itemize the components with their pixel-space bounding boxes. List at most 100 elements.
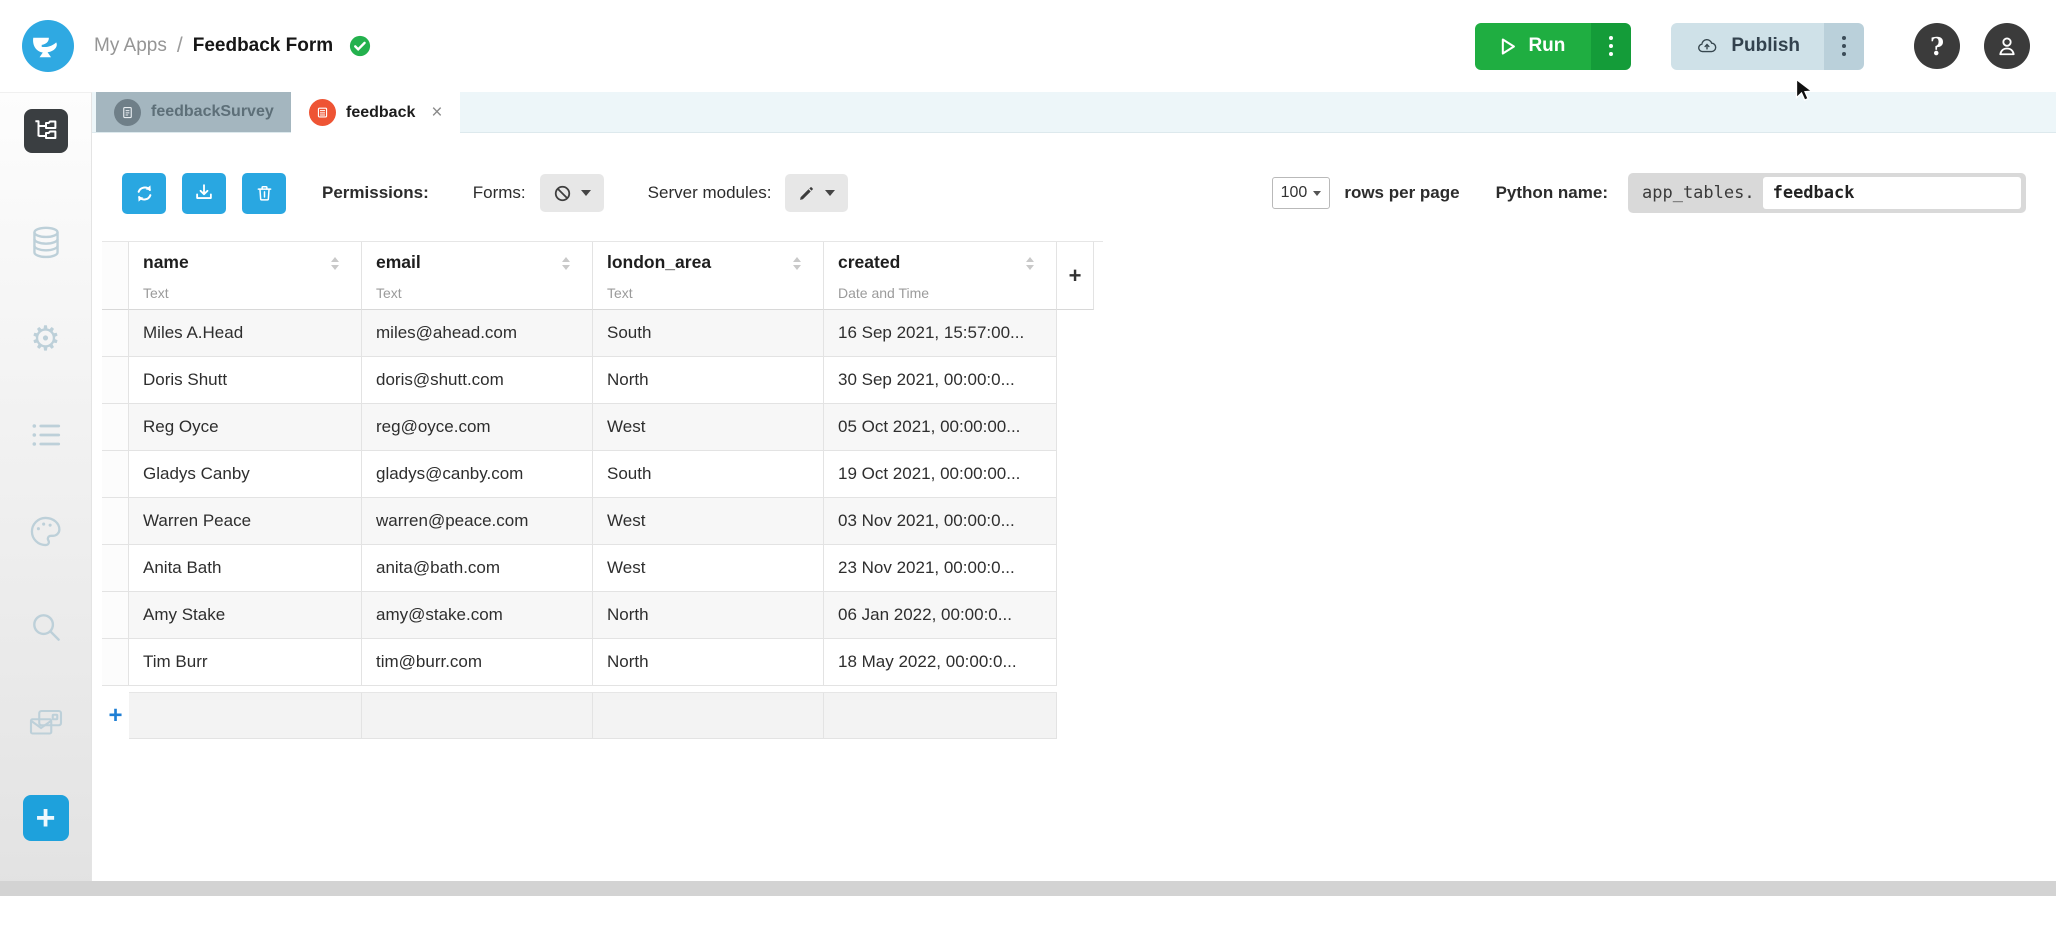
table-row[interactable]: Tim Burr tim@burr.com North 18 May 2022,… bbox=[102, 639, 1103, 686]
cell-london-area[interactable]: West bbox=[593, 404, 824, 451]
download-csv-button[interactable] bbox=[182, 172, 226, 214]
add-component-button[interactable]: + bbox=[22, 795, 69, 841]
column-header-email[interactable]: email Text bbox=[362, 242, 593, 310]
run-menu-button[interactable] bbox=[1591, 22, 1632, 70]
search-icon bbox=[32, 614, 60, 641]
tab-label: feedback bbox=[346, 103, 416, 121]
sidebar-item-search[interactable] bbox=[24, 607, 68, 647]
cell-name[interactable]: Gladys Canby bbox=[129, 451, 362, 498]
new-cell[interactable] bbox=[824, 692, 1057, 739]
cell-created[interactable]: 05 Oct 2021, 00:00:00... bbox=[824, 404, 1057, 451]
column-header-london-area[interactable]: london_area Text bbox=[593, 242, 824, 310]
cell-london-area[interactable]: North bbox=[593, 639, 824, 686]
sidebar: ⚙ + bbox=[0, 92, 92, 896]
sidebar-item-theme[interactable] bbox=[24, 511, 68, 551]
anvil-logo-icon[interactable] bbox=[22, 20, 74, 72]
data-table: name Text email Text london_area Text cr… bbox=[102, 241, 1103, 739]
table-row[interactable]: Amy Stake amy@stake.com North 06 Jan 202… bbox=[102, 592, 1103, 639]
cell-name[interactable]: Amy Stake bbox=[129, 592, 362, 639]
cell-email[interactable]: reg@oyce.com bbox=[362, 404, 593, 451]
gear-icon: ⚙ bbox=[30, 320, 61, 358]
cell-created[interactable]: 16 Sep 2021, 15:57:00... bbox=[824, 310, 1057, 357]
table-row[interactable]: Warren Peace warren@peace.com West 03 No… bbox=[102, 498, 1103, 545]
server-modules-permission-dropdown[interactable] bbox=[785, 174, 849, 212]
row-gutter[interactable] bbox=[102, 357, 129, 404]
cell-london-area[interactable]: West bbox=[593, 498, 824, 545]
refresh-button[interactable] bbox=[122, 172, 166, 214]
new-cell[interactable] bbox=[593, 692, 824, 739]
python-name-input[interactable]: feedback bbox=[1762, 177, 2021, 209]
cell-london-area[interactable]: West bbox=[593, 545, 824, 592]
cell-name[interactable]: Miles A.Head bbox=[129, 310, 362, 357]
cell-email[interactable]: warren@peace.com bbox=[362, 498, 593, 545]
tab-feedbacksurvey[interactable]: feedbackSurvey bbox=[96, 92, 291, 132]
cell-name[interactable]: Reg Oyce bbox=[129, 404, 362, 451]
header-gutter bbox=[102, 242, 129, 310]
cell-name[interactable]: Doris Shutt bbox=[129, 357, 362, 404]
cell-created[interactable]: 03 Nov 2021, 00:00:0... bbox=[824, 498, 1057, 545]
cell-created[interactable]: 30 Sep 2021, 00:00:0... bbox=[824, 357, 1057, 404]
cell-email[interactable]: amy@stake.com bbox=[362, 592, 593, 639]
sidebar-item-app-logs[interactable] bbox=[24, 415, 68, 455]
row-gutter[interactable] bbox=[102, 639, 129, 686]
cell-name[interactable]: Tim Burr bbox=[129, 639, 362, 686]
page-title: Feedback Form bbox=[192, 35, 334, 56]
table-row[interactable]: Reg Oyce reg@oyce.com West 05 Oct 2021, … bbox=[102, 404, 1103, 451]
cell-email[interactable]: anita@bath.com bbox=[362, 545, 593, 592]
rows-per-page-select[interactable]: 100 bbox=[1271, 177, 1331, 209]
play-icon bbox=[1502, 37, 1516, 55]
tab-feedback[interactable]: feedback × bbox=[291, 92, 461, 133]
download-icon bbox=[196, 184, 212, 199]
row-gutter[interactable] bbox=[102, 498, 129, 545]
cell-created[interactable]: 06 Jan 2022, 00:00:0... bbox=[824, 592, 1057, 639]
cell-london-area[interactable]: North bbox=[593, 357, 824, 404]
cell-email[interactable]: doris@shutt.com bbox=[362, 357, 593, 404]
run-button[interactable]: Run bbox=[1475, 22, 1592, 70]
sort-icon[interactable] bbox=[1026, 257, 1034, 273]
row-gutter[interactable] bbox=[102, 545, 129, 592]
new-cell[interactable] bbox=[129, 692, 362, 739]
delete-table-button[interactable] bbox=[242, 172, 286, 214]
cell-created[interactable]: 18 May 2022, 00:00:0... bbox=[824, 639, 1057, 686]
row-gutter[interactable] bbox=[102, 451, 129, 498]
new-cell[interactable] bbox=[362, 692, 593, 739]
forms-permission-dropdown[interactable] bbox=[539, 174, 604, 212]
sidebar-item-app-structure[interactable] bbox=[23, 109, 68, 153]
table-row[interactable]: Miles A.Head miles@ahead.com South 16 Se… bbox=[102, 310, 1103, 357]
row-gutter[interactable] bbox=[102, 310, 129, 357]
help-button[interactable]: ? bbox=[1914, 23, 1960, 69]
account-button[interactable] bbox=[1984, 23, 2030, 69]
cell-london-area[interactable]: North bbox=[593, 592, 824, 639]
table-row[interactable]: Anita Bath anita@bath.com West 23 Nov 20… bbox=[102, 545, 1103, 592]
sidebar-item-data-tables[interactable] bbox=[24, 223, 68, 263]
publish-button[interactable]: Publish bbox=[1671, 22, 1824, 70]
column-name: created bbox=[838, 252, 901, 272]
close-tab-icon[interactable]: × bbox=[431, 102, 442, 124]
sort-icon[interactable] bbox=[562, 257, 570, 273]
cell-email[interactable]: gladys@canby.com bbox=[362, 451, 593, 498]
cell-created[interactable]: 23 Nov 2021, 00:00:0... bbox=[824, 545, 1057, 592]
row-gutter[interactable] bbox=[102, 592, 129, 639]
run-button-label: Run bbox=[1528, 35, 1566, 56]
row-gutter[interactable] bbox=[102, 404, 129, 451]
cell-name[interactable]: Warren Peace bbox=[129, 498, 362, 545]
sort-icon[interactable] bbox=[331, 257, 339, 273]
cell-name[interactable]: Anita Bath bbox=[129, 545, 362, 592]
cell-london-area[interactable]: South bbox=[593, 451, 824, 498]
publish-menu-button[interactable] bbox=[1824, 22, 1864, 70]
cell-london-area[interactable]: South bbox=[593, 310, 824, 357]
cell-email[interactable]: miles@ahead.com bbox=[362, 310, 593, 357]
sidebar-item-settings[interactable]: ⚙ bbox=[24, 319, 68, 359]
table-row[interactable]: Gladys Canby gladys@canby.com South 19 O… bbox=[102, 451, 1103, 498]
sidebar-item-email-services[interactable] bbox=[24, 703, 68, 743]
add-column-button[interactable]: + bbox=[1057, 241, 1094, 310]
breadcrumb-section[interactable]: My Apps bbox=[94, 35, 167, 57]
column-header-name[interactable]: name Text bbox=[129, 242, 362, 310]
cell-email[interactable]: tim@burr.com bbox=[362, 639, 593, 686]
cell-created[interactable]: 19 Oct 2021, 00:00:00... bbox=[824, 451, 1057, 498]
column-header-created[interactable]: created Date and Time bbox=[824, 242, 1057, 310]
app-structure-icon bbox=[34, 120, 56, 139]
table-row[interactable]: Doris Shutt doris@shutt.com North 30 Sep… bbox=[102, 357, 1103, 404]
sort-icon[interactable] bbox=[793, 257, 801, 273]
add-row-button[interactable]: + bbox=[102, 692, 129, 739]
